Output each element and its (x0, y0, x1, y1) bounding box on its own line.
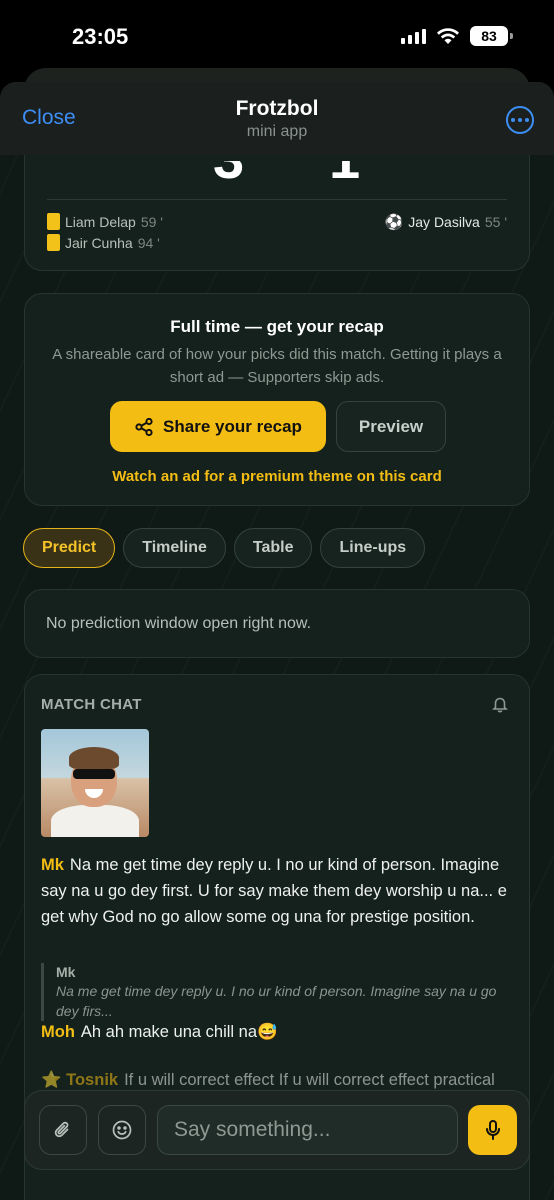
reply-quote[interactable]: Mk Na me get time dey reply u. I no ur k… (41, 963, 509, 1021)
status-bar: 23:05 83 (0, 0, 554, 70)
preview-button[interactable]: Preview (336, 401, 446, 452)
smiley-icon (112, 1120, 132, 1140)
gif-image[interactable] (41, 729, 149, 837)
tab-table[interactable]: Table (233, 528, 313, 568)
event-row: Jair Cunha 94 ' (47, 232, 163, 253)
recap-description: A shareable card of how your picks did t… (52, 346, 502, 386)
home-events: Liam Delap 59 ' Jair Cunha 94 ' (47, 211, 163, 253)
prediction-card: No prediction window open right now. (24, 589, 530, 658)
more-options-button[interactable] (506, 106, 534, 134)
share-icon (135, 417, 153, 436)
microphone-icon (485, 1120, 500, 1140)
message-text: Ah ah make una chill na😅 (80, 1023, 278, 1041)
quote-text: Na me get time dey reply u. I no ur kind… (56, 983, 497, 1019)
event-minute: 94 ' (137, 234, 160, 251)
message-author[interactable]: ⭐ Tosnik (41, 1071, 118, 1089)
yellow-card-icon (47, 213, 60, 230)
event-row: ⚽ Jay Dasilva 55 ' (385, 211, 507, 232)
paperclip-icon (54, 1121, 69, 1138)
away-events: ⚽ Jay Dasilva 55 ' (385, 211, 507, 232)
quote-author: Mk (56, 964, 76, 980)
emoji-button[interactable] (98, 1105, 146, 1155)
chat-message: Moh Ah ah make una chill na😅 (41, 1019, 509, 1045)
event-player: Liam Delap (65, 213, 136, 230)
bell-icon[interactable] (491, 695, 509, 713)
football-icon: ⚽ (384, 213, 404, 231)
mini-app-window: Close Frotzbol mini app 3 1 Liam Delap 5… (0, 82, 554, 1200)
premium-theme-link[interactable]: Watch an ad for a premium theme on this … (25, 468, 529, 485)
wifi-icon (437, 28, 459, 44)
share-recap-label: Share your recap (163, 416, 302, 436)
chat-message: Mk Na me get time dey reply u. I no ur ki… (41, 852, 509, 930)
message-composer (24, 1090, 530, 1170)
app-header: Close Frotzbol mini app (0, 82, 554, 155)
event-player: Jay Dasilva (408, 213, 480, 230)
tab-bar: Predict Timeline Table Line-ups (23, 528, 426, 568)
app-title: Frotzbol (235, 97, 319, 120)
share-recap-button[interactable]: Share your recap (110, 401, 326, 452)
tab-predict[interactable]: Predict (23, 528, 116, 568)
event-player: Jair Cunha (65, 234, 133, 251)
event-minute: 59 ' (140, 213, 163, 230)
event-row: Liam Delap 59 ' (47, 211, 163, 232)
battery-icon: 83 (470, 26, 513, 46)
app-subtitle: mini app (246, 123, 308, 140)
message-text: If u will correct effect If u will corre… (124, 1071, 495, 1089)
status-time: 23:05 (72, 24, 129, 49)
status-icons: 83 (401, 26, 513, 46)
signal-icon (401, 28, 426, 44)
chat-title: MATCH CHAT (41, 696, 142, 713)
divider (47, 199, 507, 200)
microphone-button[interactable] (468, 1105, 517, 1155)
yellow-card-icon (47, 234, 60, 251)
message-author[interactable]: Mk (41, 856, 64, 874)
prediction-status: No prediction window open right now. (46, 615, 312, 632)
message-input[interactable] (157, 1105, 458, 1155)
message-text: Na me get time dey reply u. I no ur kind… (41, 856, 507, 926)
attach-button[interactable] (39, 1105, 87, 1155)
recap-card: Full time — get your recap A shareable c… (24, 293, 530, 506)
event-minute: 55 ' (484, 213, 507, 230)
scoreline: 3 1 (25, 161, 529, 191)
away-score: 1 (329, 161, 360, 187)
tab-line-ups[interactable]: Line-ups (320, 528, 426, 568)
message-author[interactable]: Moh (41, 1023, 75, 1041)
tab-timeline[interactable]: Timeline (123, 528, 226, 568)
recap-title: Full time — get your recap (170, 317, 384, 336)
home-score: 3 (213, 161, 244, 187)
